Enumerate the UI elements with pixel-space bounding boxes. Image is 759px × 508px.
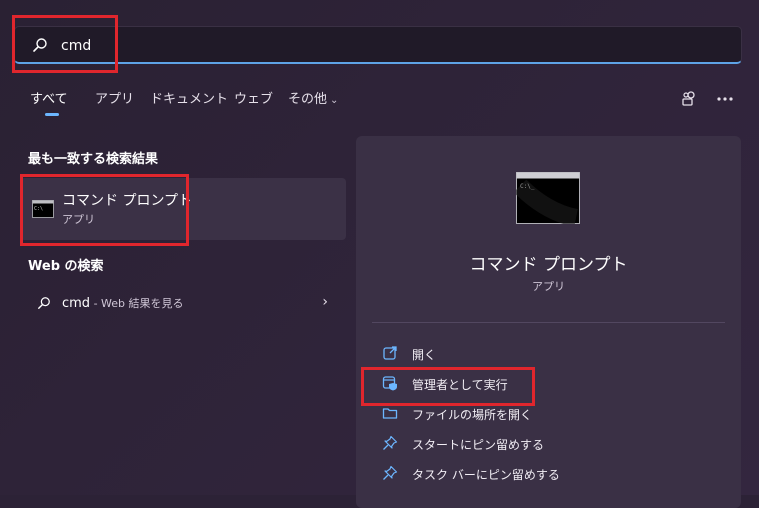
run-as-admin-icon [382, 376, 397, 391]
tab-all[interactable]: すべて [30, 88, 68, 107]
search-input[interactable] [59, 33, 663, 59]
web-search-suffix: - Web 結果を見る [90, 297, 184, 310]
action-open-label: 開く [412, 348, 437, 362]
tab-apps[interactable]: アプリ [95, 88, 134, 107]
folder-icon [382, 408, 398, 419]
best-match-heading: 最も一致する検索結果 [28, 152, 159, 167]
search-box[interactable] [14, 26, 742, 64]
active-tab-indicator [45, 113, 59, 116]
pin-icon [383, 465, 398, 480]
tab-more-label: その他 [288, 92, 328, 107]
more-options-icon[interactable] [716, 96, 734, 102]
chevron-down-icon: ⌄ [330, 95, 339, 106]
chevron-right-icon: › [322, 294, 328, 310]
search-icon [38, 297, 50, 309]
web-search-item[interactable]: cmd - Web 結果を見る › [20, 288, 346, 318]
open-icon [383, 346, 397, 360]
command-prompt-large-icon: C:\_ [516, 172, 580, 224]
account-switch-icon[interactable] [680, 90, 698, 108]
action-run-as-admin-label: 管理者として実行 [412, 378, 508, 392]
command-prompt-icon: C:\ [32, 200, 54, 218]
divider [372, 322, 725, 323]
detail-title: コマンド プロンプト [469, 255, 628, 275]
tab-web[interactable]: ウェブ [234, 88, 273, 107]
tab-more[interactable]: その他 ⌄ [288, 88, 338, 107]
best-match-kind: アプリ [62, 213, 95, 226]
web-search-query: cmd [62, 296, 91, 311]
search-icon [33, 38, 47, 52]
selection-accent [20, 198, 23, 220]
best-match-name: コマンド プロンプト [62, 193, 193, 209]
svg-text:C:\: C:\ [34, 206, 43, 212]
svg-text:C:\_: C:\_ [520, 183, 535, 190]
web-search-heading: Web の検索 [28, 259, 104, 274]
detail-subtitle: アプリ [532, 280, 565, 293]
best-match-item[interactable]: C:\ コマンド プロンプト アプリ [20, 178, 346, 240]
tab-documents[interactable]: ドキュメント [150, 88, 228, 107]
detail-panel: C:\_ コマンド プロンプト アプリ 開く 管理者として実行 ファイルの場所を… [356, 136, 741, 508]
pin-icon [383, 435, 398, 450]
action-pin-taskbar-label: タスク バーにピン留めする [412, 468, 560, 482]
action-open-file-location-label: ファイルの場所を開く [412, 408, 533, 422]
action-pin-start-label: スタートにピン留めする [412, 438, 545, 452]
